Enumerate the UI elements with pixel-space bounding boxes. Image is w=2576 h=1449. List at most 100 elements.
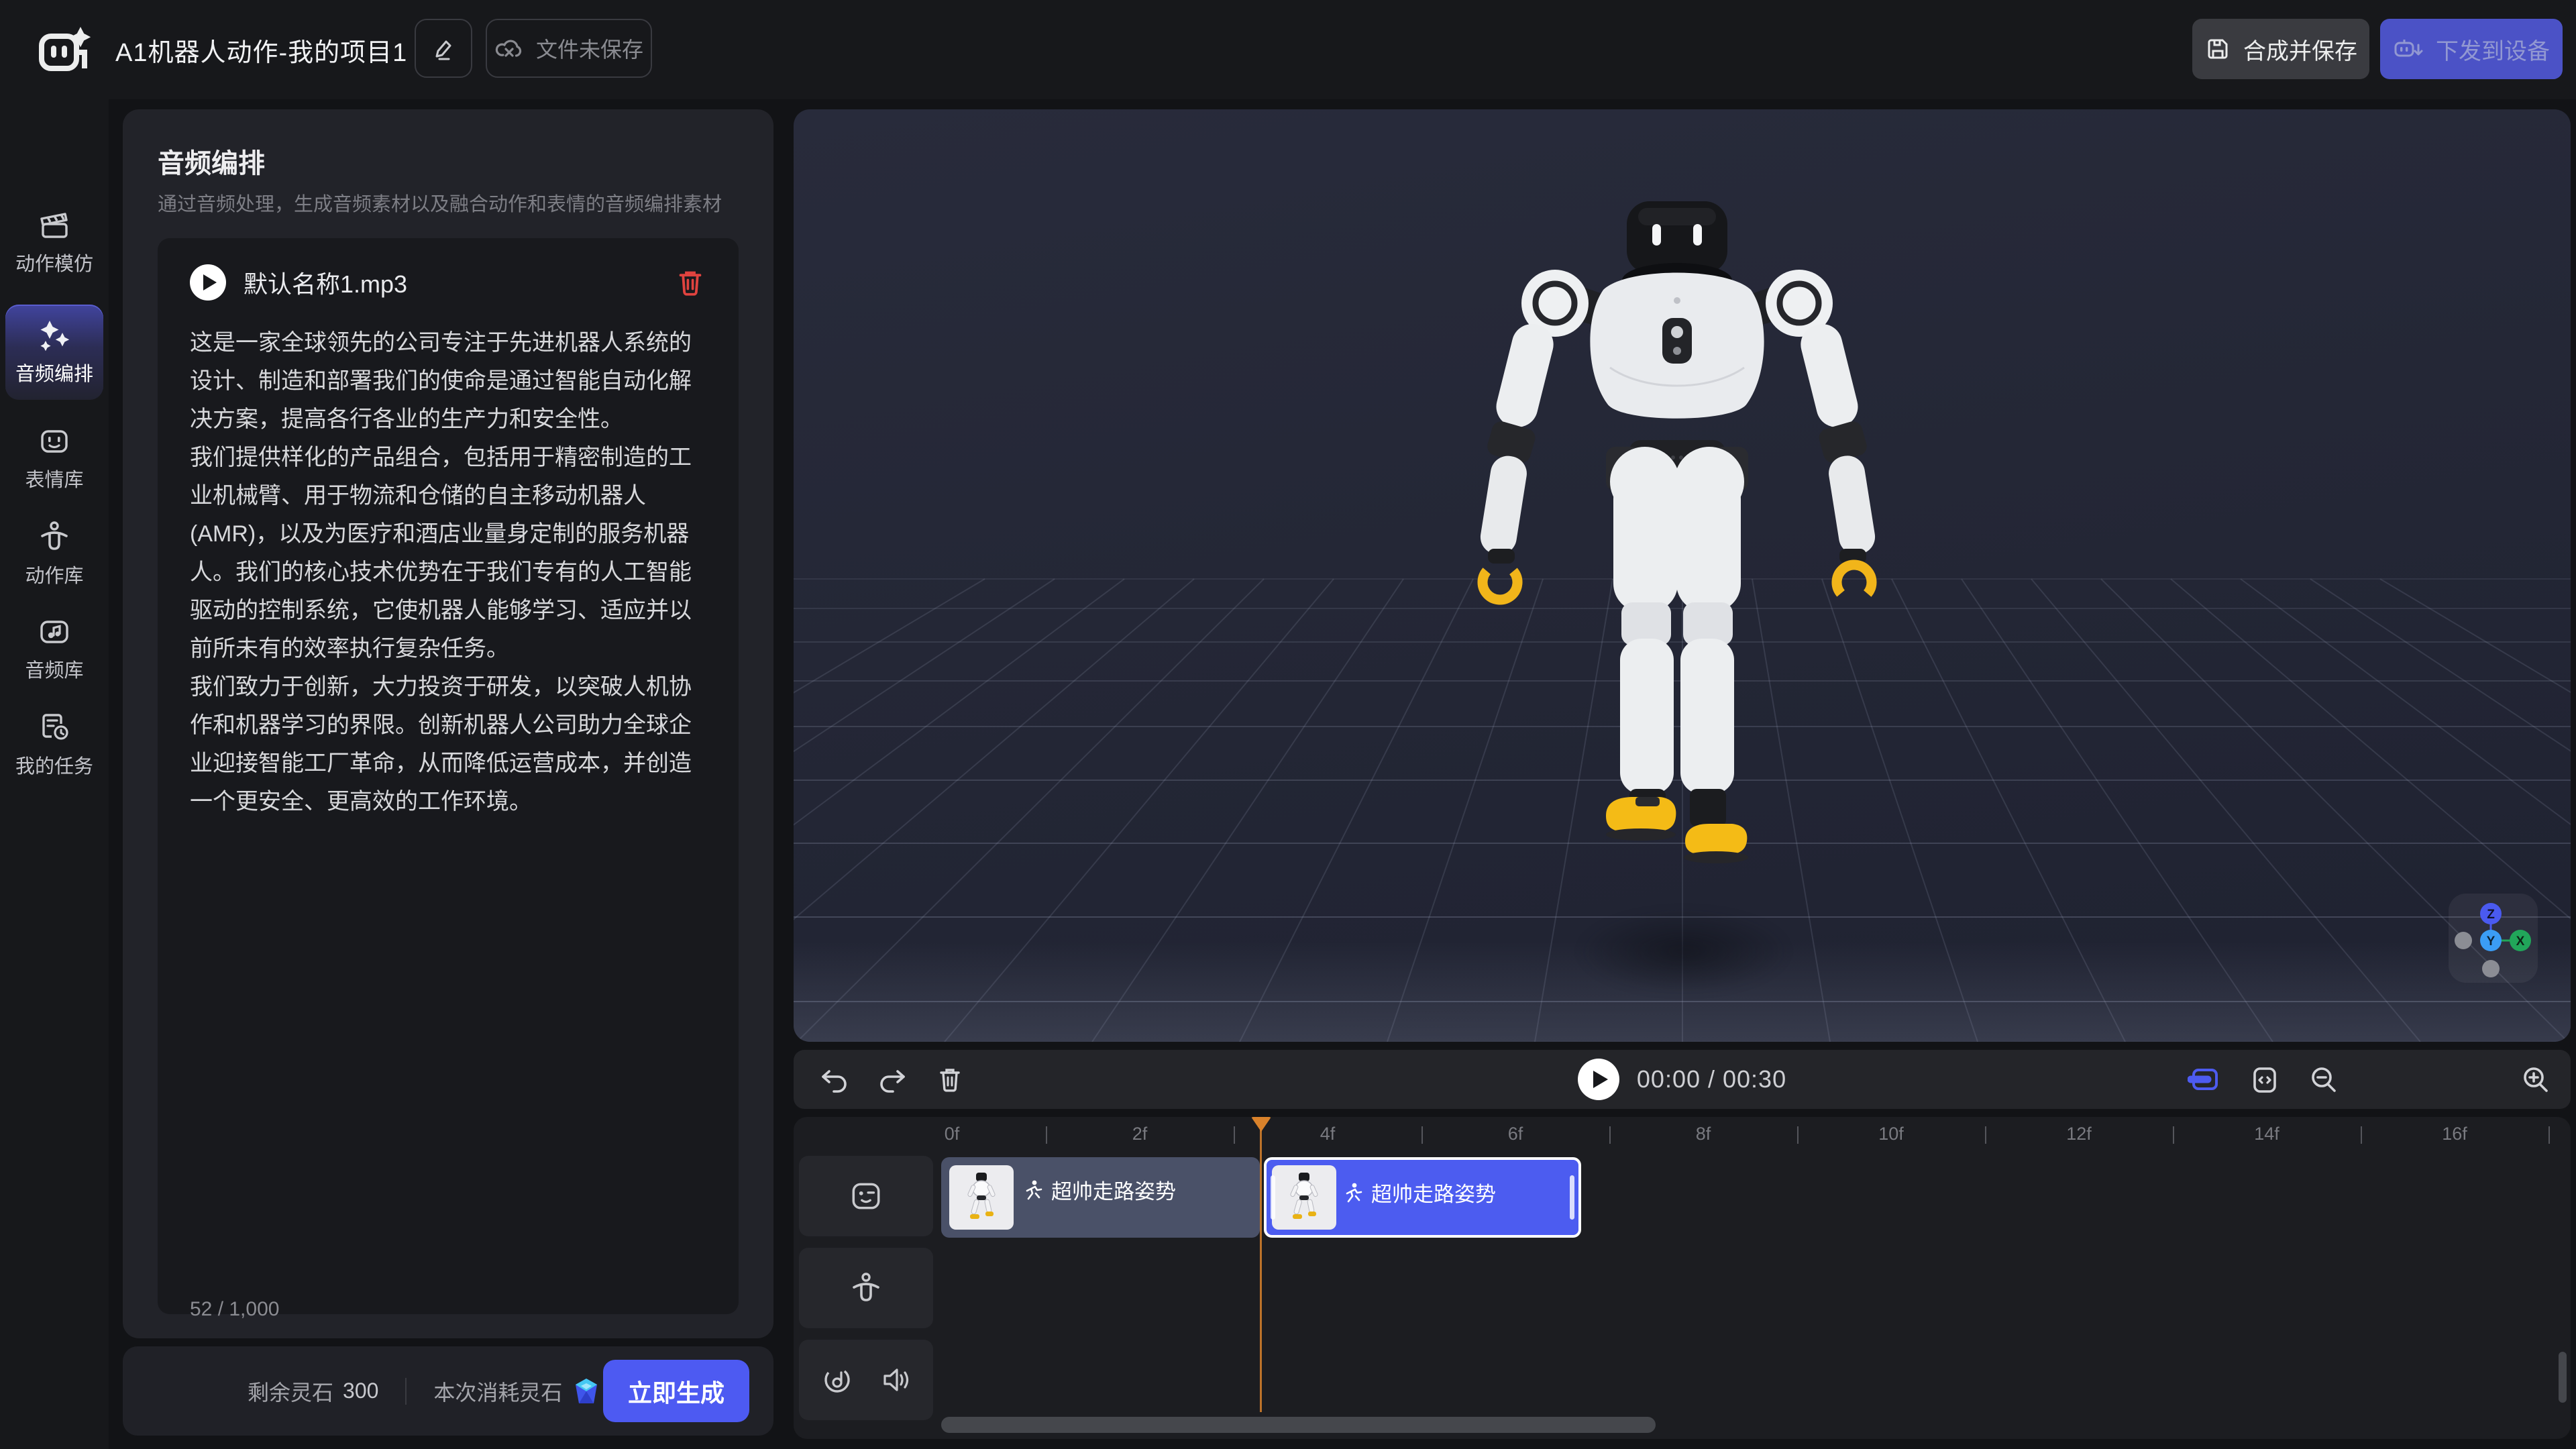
ruler-tick: [2173, 1126, 2174, 1144]
winking-face-icon: [848, 1179, 884, 1213]
task-list-clock-icon: [37, 710, 72, 744]
delete-audio-button[interactable]: [674, 266, 706, 299]
rhythm-dial-icon: [820, 1363, 854, 1397]
cloud-unsaved-icon: [494, 34, 525, 62]
zoom-out-icon[interactable]: [2307, 1063, 2341, 1097]
audio-card-header: 默认名称1.mp3: [190, 262, 706, 303]
topbar: A1机器人动作-我的项目1 文件未保存 合成并保存: [0, 0, 2576, 99]
ruler-tick: [2548, 1126, 2550, 1144]
playhead-line: [1260, 1122, 1262, 1412]
audio-play-button[interactable]: [190, 264, 226, 301]
sidebar-item-audio-library[interactable]: 音频库: [5, 606, 103, 692]
sidebar-label: 动作库: [25, 560, 83, 588]
ruler-label: 2f: [1132, 1124, 1148, 1144]
face-track-header[interactable]: [799, 1156, 933, 1236]
play-icon: [203, 274, 217, 290]
credits-info: 剩余灵石 300 本次消耗灵石 10: [248, 1376, 635, 1407]
ruler-label: 0f: [945, 1124, 960, 1144]
ruler-tick: [1234, 1126, 1235, 1144]
rename-button[interactable]: [415, 19, 472, 78]
sidebar-item-motion-mimic[interactable]: 动作模仿: [5, 200, 103, 286]
robot-face-icon: [37, 425, 72, 458]
sidebar-label: 表情库: [25, 464, 83, 492]
ruler-tick: [1985, 1126, 1986, 1144]
clip-trim-handle-right[interactable]: [1570, 1175, 1574, 1220]
clip-thumbnail: [1272, 1165, 1336, 1230]
compose-save-label: 合成并保存: [2243, 33, 2357, 66]
clip-thumbnail: [949, 1165, 1014, 1230]
script-paragraph: 我们提供样化的产品组合，包括用于精密制造的工业机械臂、用于物流和仓储的自主移动机…: [190, 439, 710, 668]
music-card-icon: [37, 616, 72, 648]
run-icon: [1342, 1182, 1363, 1203]
person-icon: [849, 1271, 883, 1305]
playback-toolbar: 00:00 / 00:30: [794, 1050, 2571, 1109]
ruler-label: 4f: [1320, 1124, 1336, 1144]
sidebar: 动作模仿 音频编排 表情库 动作库: [0, 99, 109, 1449]
axis-neg-x[interactable]: [2455, 932, 2472, 949]
axis-neg-z[interactable]: [2482, 960, 2500, 977]
run-icon: [1022, 1179, 1043, 1201]
divider: [405, 1378, 407, 1405]
clip-label: 超帅走路姿势: [1051, 1175, 1176, 1205]
ruler-tick: [2361, 1126, 2362, 1144]
timeline: 0f 2f 4f 6f 8f 10f 12f 14f 16f: [794, 1117, 2571, 1439]
sidebar-item-my-tasks[interactable]: 我的任务: [5, 702, 103, 788]
deploy-device-button[interactable]: 下发到设备: [2380, 19, 2563, 79]
motion-clip-selected[interactable]: 超帅走路姿势: [1264, 1157, 1581, 1238]
sidebar-item-face-library[interactable]: 表情库: [5, 416, 103, 502]
gem-icon: [572, 1377, 601, 1406]
sparkles-icon: [36, 318, 72, 352]
playback-center: 00:00 / 00:30: [794, 1050, 2571, 1109]
save-status-button[interactable]: 文件未保存: [486, 19, 652, 78]
audio-filename: 默认名称1.mp3: [244, 265, 657, 300]
sidebar-label: 音频编排: [15, 358, 93, 386]
ruler-tick: [1421, 1126, 1423, 1144]
generate-now-button[interactable]: 立即生成: [603, 1360, 749, 1422]
sidebar-label: 音频库: [25, 655, 83, 683]
speaker-icon[interactable]: [878, 1363, 912, 1397]
clip-trim-handle-left[interactable]: [1271, 1175, 1275, 1220]
clip-label: 超帅走路姿势: [1371, 1177, 1496, 1208]
ruler-label: 14f: [2254, 1124, 2279, 1144]
cost-label: 本次消耗灵石: [433, 1376, 562, 1407]
robot-download-icon: [2393, 36, 2424, 62]
svg-text:X: X: [2516, 934, 2525, 949]
app-logo-icon[interactable]: [35, 21, 94, 78]
script-textarea[interactable]: 这是一家全球领先的公司专注于先进机器人系统的设计、制造和部署我们的使命是通过智能…: [190, 324, 710, 821]
script-paragraph: 这是一家全球领先的公司专注于先进机器人系统的设计、制造和部署我们的使命是通过智能…: [190, 324, 710, 439]
timeline-v-scrollbar[interactable]: [2559, 1352, 2567, 1403]
motion-clip[interactable]: 超帅走路姿势: [941, 1157, 1260, 1238]
time-display: 00:00 / 00:30: [1637, 1065, 1786, 1093]
timeline-h-scrollbar[interactable]: [941, 1417, 1656, 1433]
ruler-label: 16f: [2442, 1124, 2467, 1144]
ruler-tick: [1797, 1126, 1799, 1144]
app-root: A1机器人动作-我的项目1 文件未保存 合成并保存: [0, 0, 2576, 1449]
save-icon: [2204, 36, 2231, 62]
fit-width-button[interactable]: [2248, 1063, 2282, 1097]
compose-save-button[interactable]: 合成并保存: [2192, 19, 2369, 79]
remaining-label: 剩余灵石: [248, 1376, 333, 1407]
sidebar-item-audio-arrange[interactable]: 音频编排: [5, 305, 103, 400]
sidebar-label: 动作模仿: [15, 248, 93, 276]
save-status-label: 文件未保存: [536, 33, 643, 64]
ruler-tick: [1046, 1126, 1047, 1144]
audio-arrange-panel: 音频编排 通过音频处理，生成音频素材以及融合动作和表情的音频编排素材 默认名称1…: [123, 109, 773, 1338]
snap-toggle-button[interactable]: [2188, 1063, 2221, 1097]
motion-track-header[interactable]: [799, 1248, 933, 1328]
zoom-in-icon[interactable]: [2519, 1063, 2553, 1097]
play-button[interactable]: [1578, 1059, 1619, 1100]
ruler-label: 8f: [1696, 1124, 1711, 1144]
audio-track-header[interactable]: [799, 1340, 933, 1420]
clapperboard-icon: [37, 209, 72, 241]
ruler-label: 10f: [1878, 1124, 1904, 1144]
person-icon: [37, 520, 72, 553]
playhead-handle[interactable]: [1251, 1117, 1271, 1141]
generate-footer: 剩余灵石 300 本次消耗灵石 10 立即生成: [123, 1346, 773, 1436]
sidebar-item-motion-library[interactable]: 动作库: [5, 511, 103, 597]
robot-model[interactable]: [1469, 201, 1885, 912]
sidebar-label: 我的任务: [15, 751, 93, 779]
axis-gizmo[interactable]: Z Y X: [2449, 894, 2538, 983]
play-icon: [1593, 1071, 1608, 1088]
deploy-label: 下发到设备: [2436, 33, 2550, 66]
viewport-3d[interactable]: Z Y X: [794, 109, 2571, 1042]
